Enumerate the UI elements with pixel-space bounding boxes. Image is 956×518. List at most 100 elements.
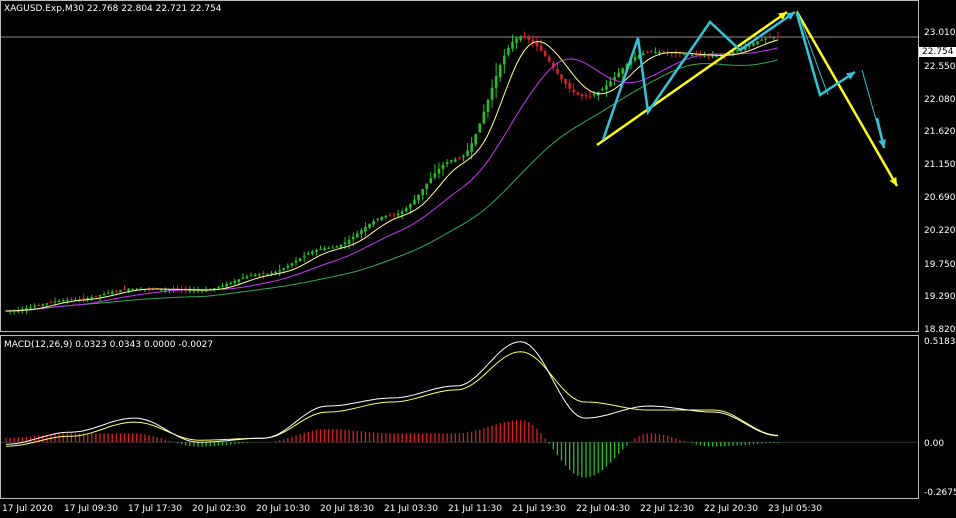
candle-body <box>241 277 245 280</box>
candle-body <box>519 37 522 40</box>
candle-body <box>274 271 277 274</box>
candle-body <box>90 297 94 299</box>
candle-body <box>507 47 510 55</box>
candle-body <box>539 45 543 51</box>
candle-body <box>351 236 355 240</box>
candle-body <box>266 273 269 275</box>
time-tick: 22 Jul 12:30 <box>640 504 694 514</box>
candle-body <box>217 286 220 288</box>
candle-body <box>503 55 506 65</box>
candle-body <box>94 295 98 297</box>
candle-body <box>278 270 281 272</box>
candle-body <box>445 162 449 165</box>
price-tick: 20.690 <box>924 193 956 203</box>
candle-body <box>392 214 396 216</box>
candle-body <box>449 160 453 162</box>
macd-value-1: 0.0323 <box>75 340 107 350</box>
candle-body <box>127 289 130 291</box>
candle-body <box>302 255 306 257</box>
candle-body <box>715 55 718 57</box>
candle-body <box>690 54 694 56</box>
candle-body <box>682 54 686 56</box>
macd-tick: -0.2675 <box>924 488 956 498</box>
candle-body <box>290 263 294 266</box>
price-tick: 18.820 <box>924 325 956 335</box>
price-tick: 22.080 <box>924 95 956 105</box>
candle-body <box>658 52 661 54</box>
candle-body <box>70 298 73 300</box>
symbol-label: XAGUSD.Exp,M30 <box>4 4 85 14</box>
candle-body <box>339 244 343 248</box>
candle-body <box>237 279 241 283</box>
candle-body <box>115 290 118 292</box>
candle-body <box>61 300 65 302</box>
candle-body <box>213 288 216 290</box>
price-tick: 20.220 <box>924 226 956 236</box>
candle-body <box>372 221 375 225</box>
candle-body <box>380 216 384 220</box>
candle-body <box>384 215 388 218</box>
candle-body <box>543 50 547 57</box>
time-tick: 17 Jul 17:30 <box>128 504 182 514</box>
candle-body <box>49 302 53 304</box>
candle-body <box>119 290 122 293</box>
candle-body <box>376 218 380 220</box>
candle-body <box>306 253 310 255</box>
candle-body <box>33 306 36 308</box>
macd-value-2: 0.0343 <box>109 340 142 350</box>
candle-body <box>466 150 469 156</box>
candle-body <box>131 288 134 290</box>
candle-body <box>768 37 772 39</box>
time-tick: 21 Jul 11:30 <box>448 504 502 514</box>
time-tick: 21 Jul 19:30 <box>512 504 566 514</box>
candle-body <box>400 211 404 214</box>
candle-body <box>703 55 706 57</box>
candle-body <box>474 133 478 145</box>
candle-body <box>654 52 657 54</box>
trading-chart[interactable] <box>0 0 956 518</box>
candle-body <box>650 51 653 53</box>
candle-body <box>262 272 265 274</box>
candle-body <box>331 247 335 249</box>
candle-body <box>515 38 518 43</box>
candle-body <box>106 292 110 294</box>
candle-body <box>584 95 588 97</box>
time-tick: 20 Jul 10:30 <box>256 504 310 514</box>
candle-body <box>364 226 367 232</box>
candle-body <box>355 233 359 238</box>
time-tick: 17 Jul 09:30 <box>64 504 118 514</box>
candle-body <box>41 304 45 306</box>
candle-body <box>253 274 257 277</box>
candle-body <box>315 250 318 253</box>
candle-body <box>576 92 580 95</box>
candle-body <box>621 68 625 74</box>
candle-body <box>347 239 351 244</box>
price-tick: 19.290 <box>924 292 956 302</box>
candle-body <box>482 111 486 124</box>
candle-body <box>458 157 461 159</box>
candle-body <box>360 230 363 234</box>
candle-body <box>498 65 502 78</box>
candle-body <box>454 159 457 162</box>
candle-body <box>233 280 237 284</box>
candle-body <box>409 204 412 208</box>
candle-body <box>294 260 298 263</box>
candle-body <box>527 37 531 40</box>
candle-body <box>29 307 32 309</box>
macd-tick: 0.00 <box>924 439 945 449</box>
candle-body <box>282 268 286 270</box>
price-tick: 23.010 <box>924 28 956 38</box>
candle-body <box>568 82 571 89</box>
candle-body <box>257 274 261 276</box>
candle-body <box>110 291 114 294</box>
candle-body <box>494 76 498 89</box>
candle-body <box>707 55 710 57</box>
candle-body <box>580 94 584 97</box>
candle-body <box>772 37 776 39</box>
candle-body <box>752 42 755 46</box>
candle-body <box>560 74 563 80</box>
candle-body <box>413 199 416 205</box>
candle-body <box>66 299 69 301</box>
candle-body <box>645 51 649 53</box>
candle-body <box>429 178 433 184</box>
